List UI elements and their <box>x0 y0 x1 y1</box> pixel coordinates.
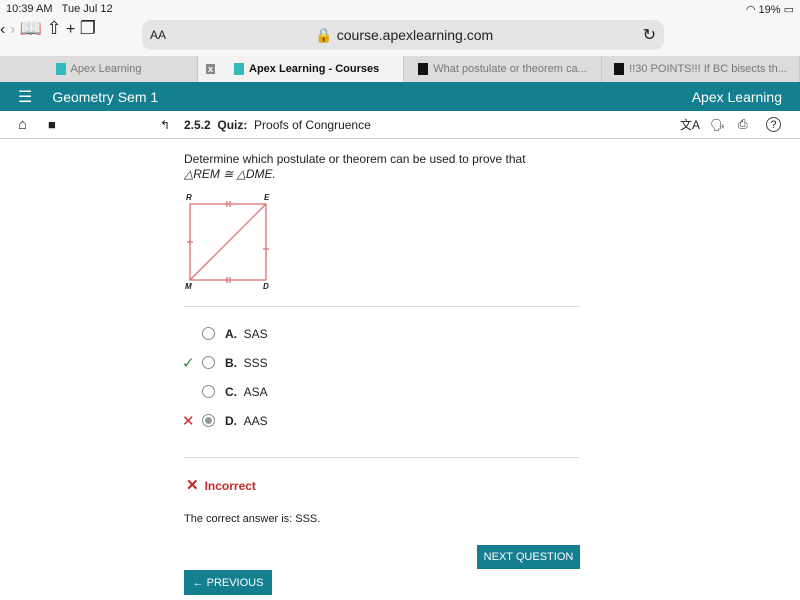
option-c[interactable]: C. ASA <box>184 377 484 406</box>
correct-answer-text: The correct answer is: SSS. <box>184 513 321 525</box>
divider <box>184 457 580 458</box>
apex-favicon <box>234 63 245 75</box>
battery-level: 19% <box>758 3 781 16</box>
option-text: AAS <box>243 413 268 428</box>
wifi-icon: ◠ <box>745 3 756 16</box>
tab-label: Apex Learning - Courses <box>249 63 380 75</box>
option-letter: A. <box>225 326 237 341</box>
diagonal-me <box>189 203 267 281</box>
back-icon[interactable]: ‹ <box>0 21 5 38</box>
next-question-button[interactable]: NEXT QUESTION <box>477 545 580 569</box>
quiz-label: Quiz: <box>217 117 248 132</box>
option-letter: D. <box>225 413 237 428</box>
answer-options: A. SAS ✓ B. SSS C. ASA ✕ D. AAS <box>182 319 484 435</box>
battery-icon: ▭ <box>783 3 794 16</box>
home-icon[interactable]: ⌂ <box>18 116 27 133</box>
new-tab-icon[interactable]: + <box>66 21 75 38</box>
radio-d-selected[interactable] <box>202 414 215 427</box>
section-number: 2.5.2 <box>184 117 211 132</box>
option-text: SAS <box>243 326 268 341</box>
brainly-favicon <box>614 63 625 75</box>
tabs-icon[interactable]: ❐ <box>80 18 96 38</box>
result-label: Incorrect <box>204 479 256 493</box>
square-figure: R E M D <box>185 193 270 291</box>
radio-a[interactable] <box>202 327 215 340</box>
question-area: Determine which postulate or theorem can… <box>184 152 580 294</box>
tab-brainly-1[interactable]: What postulate or theorem ca... <box>404 56 602 82</box>
course-header: ☰ Geometry Sem 1 Apex Learning <box>0 82 800 111</box>
apex-favicon <box>55 63 66 75</box>
reload-icon[interactable]: ↻ <box>643 25 656 45</box>
date: Tue Jul 12 <box>61 3 113 15</box>
apex-logo: Apex Learning <box>691 88 782 105</box>
vertex-e: E <box>264 193 270 202</box>
tab-label: Apex Learning <box>70 63 142 75</box>
result-status: ✕ Incorrect <box>186 476 256 494</box>
radio-b[interactable] <box>202 356 215 369</box>
time: 10:39 AM <box>6 3 53 15</box>
read-aloud-icon[interactable]: 🗣 <box>710 118 725 132</box>
option-letter: B. <box>225 355 237 370</box>
vertex-r: R <box>186 193 192 202</box>
divider <box>184 306 580 307</box>
status-bar: 10:39 AM Tue Jul 12 ◠ 19% ▭ <box>0 0 800 18</box>
briefcase-icon[interactable]: ■ <box>48 117 56 132</box>
reader-text-size[interactable]: AA <box>150 28 166 42</box>
option-d[interactable]: ✕ D. AAS <box>182 406 484 435</box>
course-title: Geometry Sem 1 <box>52 88 159 105</box>
incorrect-icon: ✕ <box>186 477 199 494</box>
correct-check-icon: ✓ <box>182 354 195 372</box>
vertex-d: D <box>263 282 269 289</box>
url-text: course.apexlearning.com <box>336 26 494 43</box>
option-text: ASA <box>243 384 268 399</box>
forward-icon[interactable]: › <box>10 21 15 38</box>
up-arrow-icon[interactable]: ↰ <box>160 118 170 132</box>
option-a[interactable]: A. SAS <box>184 319 484 348</box>
vertex-m: M <box>185 282 192 289</box>
translate-icon[interactable]: 文A <box>680 116 700 133</box>
quiz-title: Proofs of Congruence <box>254 117 371 132</box>
tab-close-button[interactable]: x <box>206 64 216 74</box>
previous-button[interactable]: ← PREVIOUS <box>184 570 272 595</box>
option-text: SSS <box>243 355 268 370</box>
print-icon[interactable]: ⎙ <box>738 117 748 132</box>
tab-label: !!30 POINTS!!! If BC bisects th... <box>629 63 787 75</box>
url-field[interactable]: AA 🔒 course.apexlearning.com ↻ <box>142 20 664 50</box>
radio-c[interactable] <box>202 385 215 398</box>
wrong-x-icon: ✕ <box>182 412 195 430</box>
tab-apex-learning[interactable]: Apex Learning <box>0 56 198 82</box>
tab-label: What postulate or theorem ca... <box>433 63 587 75</box>
tab-bar: Apex Learning x Apex Learning - Courses W… <box>0 56 800 82</box>
address-bar: ‹ › 📖 AA 🔒 course.apexlearning.com ↻ ⇧ +… <box>0 18 800 56</box>
question-statement: △REM ≅ △DME. <box>184 167 276 181</box>
option-b[interactable]: ✓ B. SSS <box>182 348 484 377</box>
share-icon[interactable]: ⇧ <box>46 18 61 38</box>
option-letter: C. <box>225 384 237 399</box>
brainly-favicon <box>418 63 429 75</box>
help-icon[interactable]: ? <box>766 117 781 132</box>
lock-icon: 🔒 <box>315 26 333 43</box>
question-text: Determine which postulate or theorem can… <box>184 152 526 166</box>
quiz-toolbar: ⌂ ■ ↰ 2.5.2 Quiz: Proofs of Congruence 文… <box>0 111 800 139</box>
tab-brainly-2[interactable]: !!30 POINTS!!! If BC bisects th... <box>602 56 800 82</box>
bookmarks-icon[interactable]: 📖 <box>20 18 42 38</box>
menu-icon[interactable]: ☰ <box>18 89 32 106</box>
tab-apex-courses[interactable]: x Apex Learning - Courses <box>198 56 404 82</box>
